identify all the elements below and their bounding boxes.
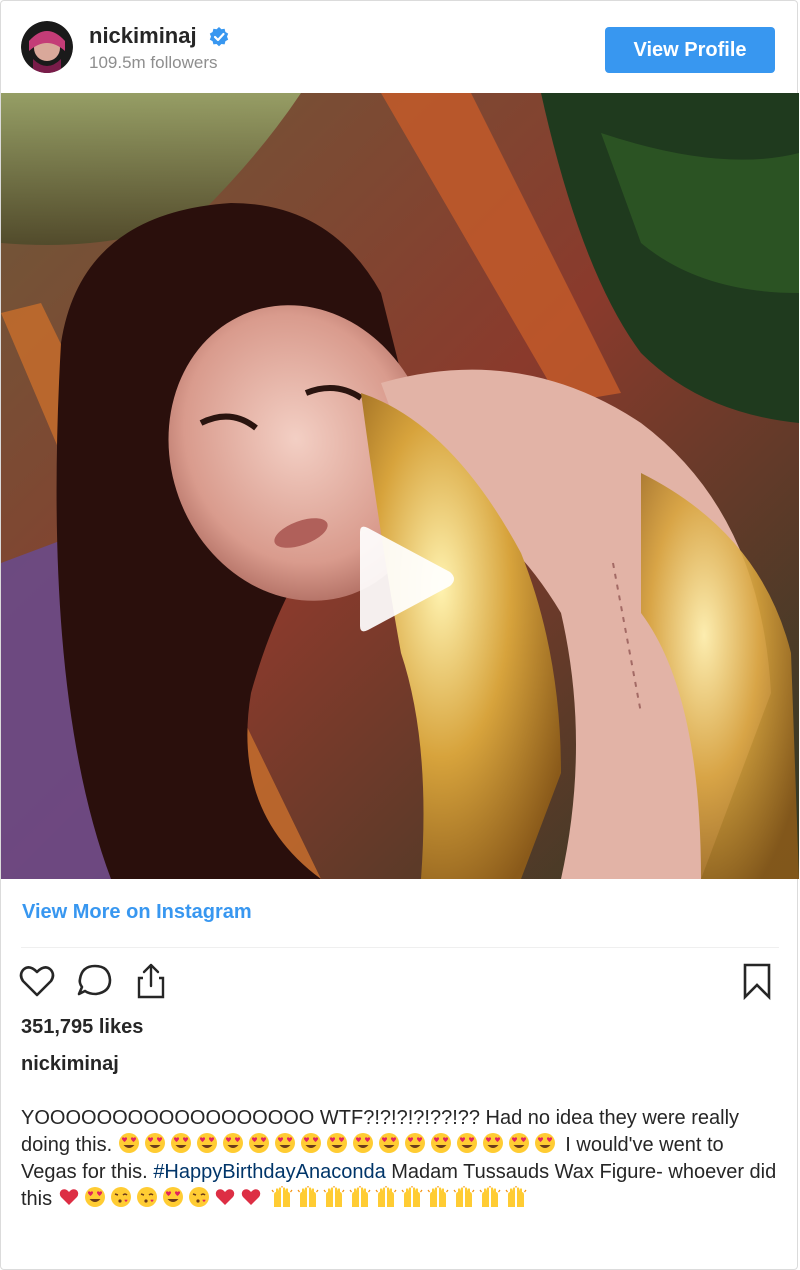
follower-count: 109.5m followers [89, 53, 218, 72]
heart-eyes-emoji [508, 1133, 529, 1153]
raised-hands-emoji [505, 1186, 527, 1207]
heart-eyes-emoji [84, 1187, 105, 1207]
comment-bubble-icon[interactable] [75, 961, 115, 1001]
heart-eyes-emoji [430, 1133, 451, 1153]
heart-eyes-emoji [118, 1133, 139, 1153]
heart-eyes-emoji [482, 1133, 503, 1153]
raised-hands-emoji [453, 1186, 475, 1207]
raised-hands-emoji [401, 1186, 423, 1207]
heart-eyes-emoji [404, 1133, 425, 1153]
view-profile-button[interactable]: View Profile [605, 27, 775, 73]
face-blowing-kiss-emoji [110, 1187, 131, 1207]
red-heart-emoji [215, 1189, 234, 1205]
heart-eyes-emoji [274, 1133, 295, 1153]
red-heart-emoji [241, 1189, 260, 1205]
bookmark-icon[interactable] [737, 961, 777, 1001]
action-bar [1, 961, 799, 1005]
username[interactable]: nickiminaj [89, 23, 197, 49]
heart-eyes-emoji [326, 1133, 347, 1153]
heart-eyes-emoji [162, 1187, 183, 1207]
verified-badge-icon [209, 27, 229, 47]
instagram-embed-card: nickiminaj 109.5m followers View Profile [0, 0, 799, 1270]
heart-eyes-emoji [534, 1133, 555, 1153]
hashtag-link[interactable]: #HappyBirthdayAnaconda [153, 1161, 385, 1183]
raised-hands-emoji [479, 1186, 501, 1207]
heart-eyes-emoji [300, 1133, 321, 1153]
emoji-run-2 [58, 1187, 266, 1210]
post-video[interactable] [1, 93, 799, 879]
heart-eyes-emoji [378, 1133, 399, 1153]
raised-hands-emoji [271, 1186, 293, 1207]
view-more-on-instagram-link[interactable]: View More on Instagram [22, 901, 252, 924]
video-thumbnail [1, 93, 799, 879]
share-upload-icon[interactable] [131, 961, 171, 1001]
raised-hands-emoji [375, 1186, 397, 1207]
heart-eyes-emoji [196, 1133, 217, 1153]
likes-count[interactable]: 351,795 likes [21, 1016, 143, 1039]
avatar[interactable] [21, 21, 73, 73]
raised-hands-emoji [427, 1186, 449, 1207]
heart-eyes-emoji [352, 1133, 373, 1153]
play-icon[interactable] [350, 524, 460, 634]
heart-outline-icon[interactable] [17, 961, 57, 1001]
raised-hands-emoji [323, 1186, 345, 1207]
face-blowing-kiss-emoji [136, 1187, 157, 1207]
emoji-run-3 [271, 1186, 531, 1210]
post-header: nickiminaj 109.5m followers View Profile [1, 1, 799, 93]
raised-hands-emoji [297, 1186, 319, 1207]
heart-eyes-emoji [248, 1133, 269, 1153]
heart-eyes-emoji [170, 1133, 191, 1153]
emoji-run-1 [118, 1133, 560, 1156]
face-blowing-kiss-emoji [188, 1187, 209, 1207]
raised-hands-emoji [349, 1186, 371, 1207]
red-heart-emoji [59, 1189, 78, 1205]
heart-eyes-emoji [144, 1133, 165, 1153]
post-caption: YOOOOOOOOOOOOOOOOOO WTF?!?!?!?!??!?? Had… [21, 1105, 781, 1213]
caption-username[interactable]: nickiminaj [21, 1053, 119, 1076]
heart-eyes-emoji [222, 1133, 243, 1153]
heart-eyes-emoji [456, 1133, 477, 1153]
divider [21, 947, 779, 948]
